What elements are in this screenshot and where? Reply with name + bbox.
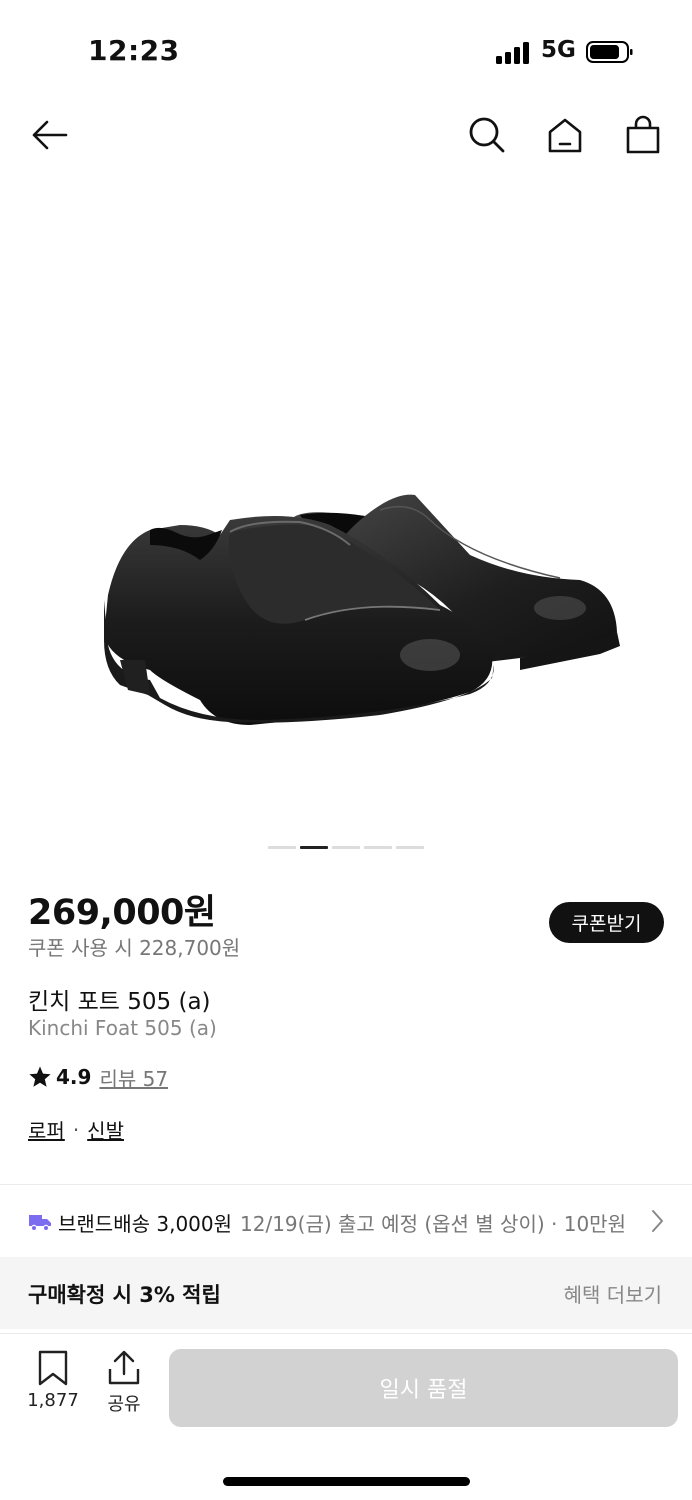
pager-dot[interactable] [332, 846, 360, 849]
bookmark-count: 1,877 [27, 1390, 79, 1411]
shipping-more-button[interactable] [648, 1207, 668, 1235]
back-button[interactable] [26, 112, 72, 158]
home-icon [548, 118, 582, 153]
divider [0, 1184, 692, 1185]
loafer-shoes-image [104, 494, 620, 725]
network-label: 5G [541, 37, 576, 63]
product-image[interactable] [0, 180, 692, 820]
product-name-korean: 킨치 포트 505 (a) [28, 989, 211, 1015]
search-icon [469, 117, 505, 153]
category-link-loafer[interactable]: 로퍼 [28, 1115, 65, 1144]
benefit-more-link[interactable]: 혜택 더보기 [564, 1279, 662, 1308]
product-name-english: Kinchi Foat 505 (a) [28, 1016, 217, 1040]
product-price: 269,000원 [28, 893, 216, 933]
rating-value: 4.9 [56, 1065, 92, 1089]
shopping-bag-icon [626, 115, 660, 154]
status-time: 12:23 [88, 34, 180, 67]
pager-dot-active[interactable] [300, 846, 328, 849]
battery-icon [586, 41, 633, 63]
bookmark-button[interactable]: 1,877 [22, 1350, 84, 1424]
shipping-label: 브랜드배송 3,000원 [58, 1211, 233, 1236]
pager-dot[interactable] [268, 846, 296, 849]
shipping-info-row[interactable]: 브랜드배송 3,000원 12/19(금) 출고 예정 (옵션 별 상이) · … [28, 1205, 692, 1239]
coupon-price: 쿠폰 사용 시 228,700원 [28, 936, 241, 960]
chevron-right-icon [652, 1210, 663, 1232]
signal-icon [496, 40, 532, 64]
category-link-shoes[interactable]: 신발 [87, 1115, 124, 1144]
category-separator: · [72, 1117, 80, 1142]
home-indicator [223, 1477, 470, 1486]
share-button[interactable]: 공유 [96, 1350, 152, 1424]
benefit-text: 구매확정 시 3% 적립 [28, 1283, 221, 1307]
top-navigation [0, 100, 692, 170]
bookmark-icon [38, 1350, 68, 1386]
benefit-bar: 구매확정 시 3% 적립 혜택 더보기 [0, 1257, 692, 1329]
pager-dot[interactable] [396, 846, 424, 849]
star-icon [29, 1066, 51, 1087]
share-label: 공유 [107, 1394, 141, 1415]
sold-out-button[interactable]: 일시 품절 [169, 1349, 678, 1427]
arrow-left-icon [32, 120, 68, 150]
bottom-action-bar: 1,877 공유 일시 품절 [0, 1333, 692, 1445]
home-button[interactable] [542, 112, 588, 158]
search-button[interactable] [464, 112, 510, 158]
cart-button[interactable] [620, 112, 666, 158]
shipping-detail: 12/19(금) 출고 예정 (옵션 별 상이) · 10만원 [240, 1211, 626, 1236]
delivery-truck-icon [29, 1215, 51, 1232]
image-pager [268, 846, 424, 850]
status-bar: 12:23 5G [0, 0, 692, 100]
get-coupon-button[interactable]: 쿠폰받기 [549, 902, 664, 943]
review-link[interactable]: 리뷰 57 [99, 1063, 168, 1092]
pager-dot[interactable] [364, 846, 392, 849]
rating-row: 4.9 리뷰 57 [28, 1063, 168, 1091]
category-breadcrumb: 로퍼 · 신발 [28, 1115, 124, 1144]
share-icon [108, 1350, 140, 1385]
